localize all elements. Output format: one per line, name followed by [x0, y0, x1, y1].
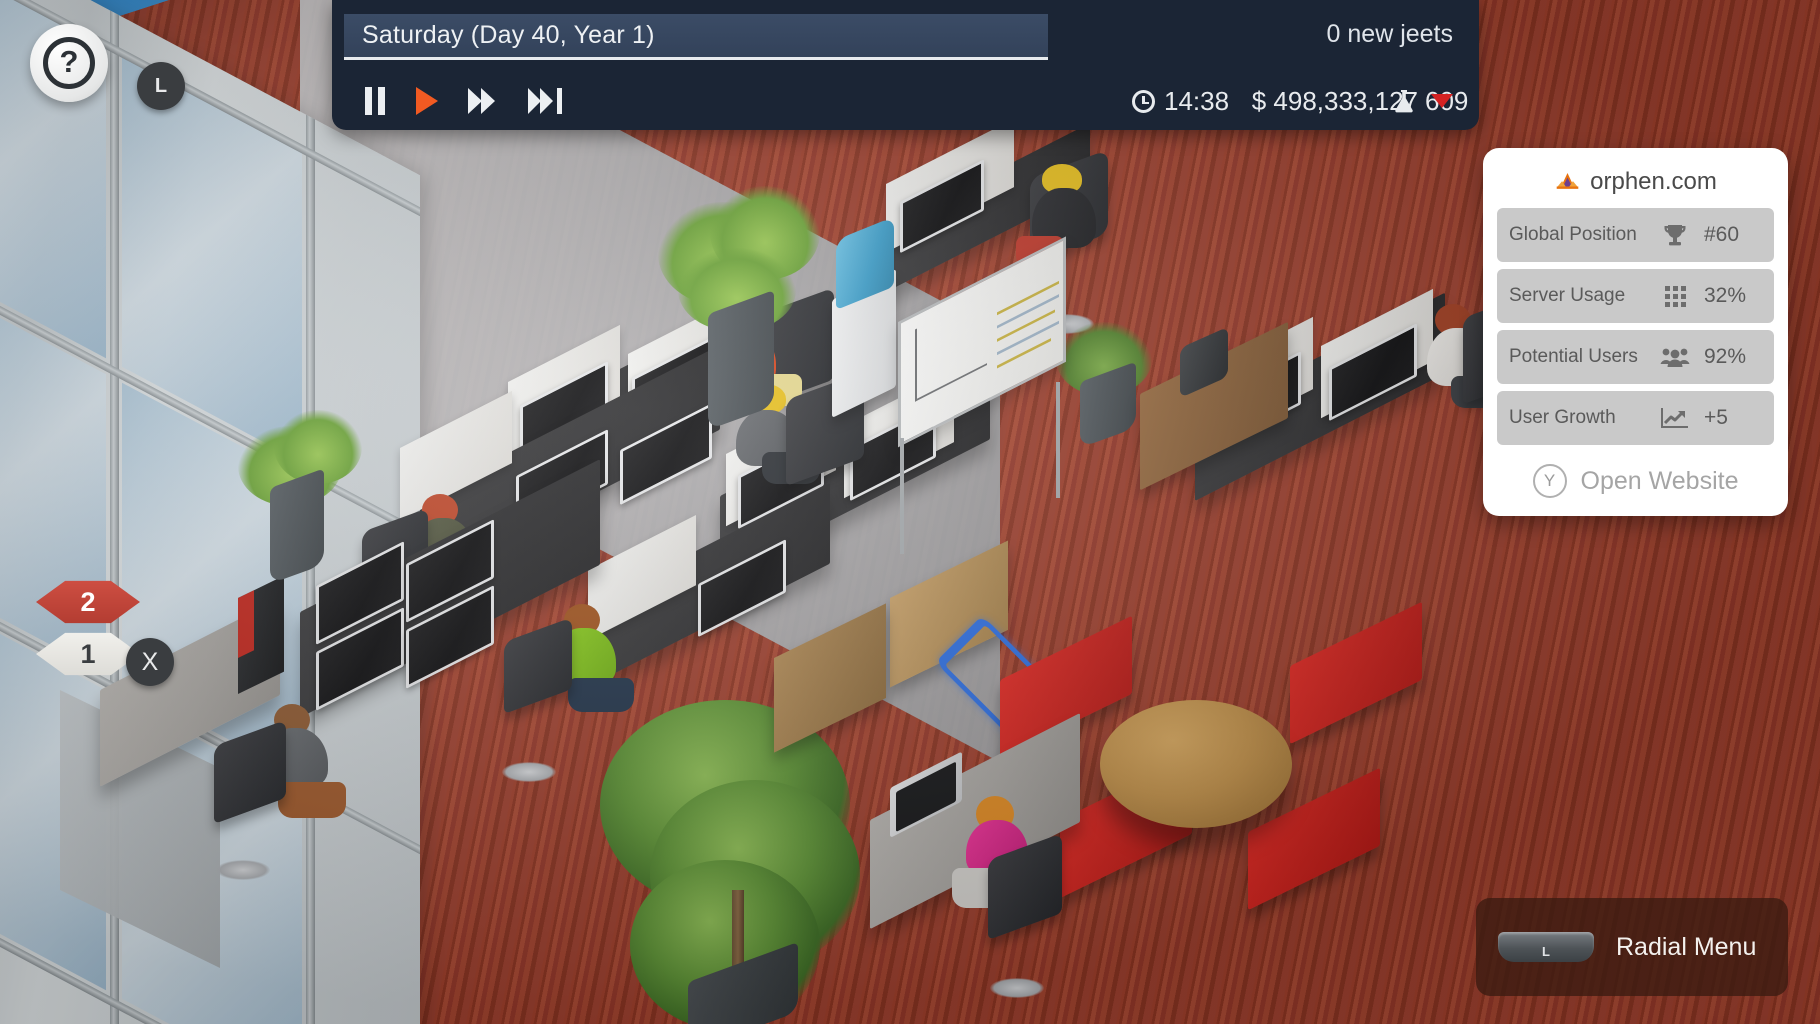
- money-display[interactable]: $ 498,333,127: [1252, 86, 1453, 117]
- l-shoulder-button-icon: L: [1498, 932, 1594, 962]
- website-logo-icon: [1556, 173, 1579, 189]
- stat-value: 32%: [1704, 284, 1747, 307]
- floor-selector: 2 1: [36, 578, 140, 678]
- floor-button-2[interactable]: 2: [36, 580, 140, 624]
- game-date-label: Saturday (Day 40, Year 1): [362, 21, 655, 49]
- ultra-speed-button[interactable]: [528, 88, 564, 114]
- stat-server-usage: Server Usage 32%: [1497, 269, 1774, 323]
- skip-forward-icon: [528, 88, 564, 114]
- radial-menu-button[interactable]: L Radial Menu: [1476, 898, 1788, 996]
- help-button[interactable]: ?: [30, 24, 108, 102]
- stat-label: Potential Users: [1509, 346, 1638, 368]
- stat-label: User Growth: [1509, 407, 1616, 429]
- radial-menu-label: Radial Menu: [1616, 932, 1757, 961]
- website-header: orphen.com: [1497, 162, 1774, 208]
- open-website-label: Open Website: [1580, 466, 1739, 495]
- trophy-icon: [1658, 223, 1692, 247]
- stat-value: #60: [1704, 223, 1740, 246]
- hud-controls-row: 14:38 609 $ 498,333,127: [332, 72, 1479, 130]
- open-website-button[interactable]: Y Open Website: [1497, 452, 1774, 504]
- stat-potential-users: Potential Users 92%: [1497, 330, 1774, 384]
- stat-global-position: Global Position #60: [1497, 208, 1774, 262]
- notifications-label[interactable]: 0 new jeets: [1327, 20, 1453, 49]
- growth-chart-icon: [1658, 406, 1692, 430]
- game-date-bar: Saturday (Day 40, Year 1): [344, 14, 1048, 60]
- pause-button[interactable]: [364, 87, 386, 115]
- fast-forward-icon: [468, 88, 498, 114]
- game-viewport: ? L Saturday (Day 40, Year 1) 0 new jeet…: [0, 0, 1820, 1024]
- speed-control-group: [364, 87, 564, 115]
- shoulder-button-badge[interactable]: L: [137, 62, 185, 110]
- stat-value: +5: [1704, 406, 1728, 429]
- stat-label: Global Position: [1509, 224, 1637, 246]
- clock-icon: [1132, 89, 1155, 113]
- close-floor-selector-button[interactable]: X: [126, 638, 174, 686]
- top-hud-panel: Saturday (Day 40, Year 1) 0 new jeets 14…: [332, 0, 1479, 130]
- game-clock: 14:38: [1132, 86, 1229, 117]
- money-value: $ 498,333,127: [1251, 85, 1418, 116]
- website-info-panel: orphen.com Global Position #60 Server Us…: [1483, 148, 1788, 516]
- trend-down-icon: [1431, 94, 1453, 108]
- website-domain: orphen.com: [1590, 168, 1717, 195]
- stat-value: 92%: [1704, 345, 1747, 368]
- fast-forward-button[interactable]: [468, 88, 498, 114]
- stat-user-growth: User Growth +5: [1497, 391, 1774, 445]
- floor-button-1[interactable]: 1: [36, 632, 140, 676]
- play-button[interactable]: [416, 87, 438, 115]
- y-button-glyph: Y: [1532, 464, 1567, 498]
- users-icon: [1658, 346, 1692, 368]
- question-mark-icon: ?: [43, 37, 95, 89]
- clock-value: 14:38: [1164, 85, 1230, 116]
- server-grid-icon: [1658, 285, 1692, 307]
- stat-label: Server Usage: [1509, 285, 1626, 307]
- play-icon: [416, 87, 438, 115]
- pause-icon: [364, 87, 386, 115]
